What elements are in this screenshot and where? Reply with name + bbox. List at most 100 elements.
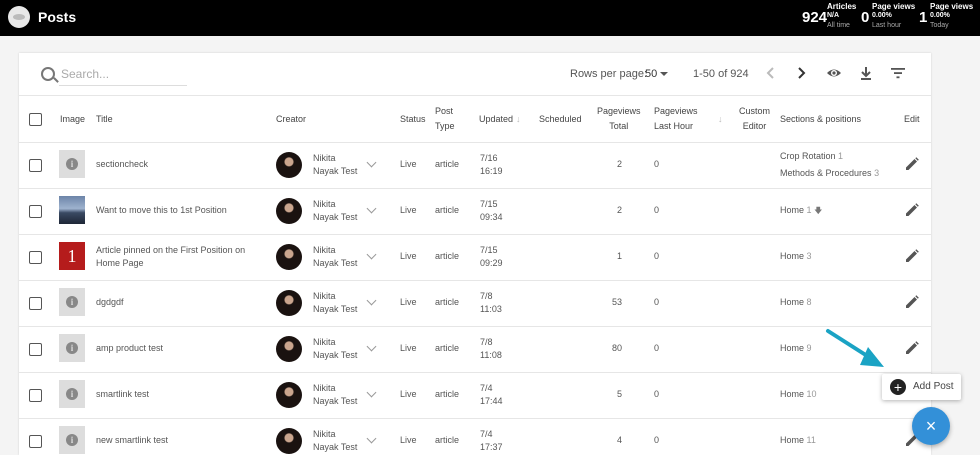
avatar bbox=[276, 290, 302, 316]
section-position: 11 bbox=[806, 435, 816, 445]
chevron-down-icon[interactable] bbox=[366, 295, 377, 306]
post-title[interactable]: smartlink test bbox=[96, 388, 149, 401]
col-creator[interactable]: Creator bbox=[276, 112, 306, 127]
section-name[interactable]: Home bbox=[780, 343, 804, 353]
pin-icon[interactable]: 🡇 bbox=[814, 206, 822, 215]
post-title[interactable]: sectioncheck bbox=[96, 158, 148, 171]
caret-down-icon[interactable] bbox=[660, 72, 668, 76]
stat-pv-hour-value: 0 bbox=[861, 9, 870, 26]
col-pageviews-hour[interactable]: Pageviews Last Hour bbox=[654, 104, 698, 134]
rows-per-page-select[interactable]: 50 bbox=[645, 68, 657, 80]
post-thumbnail[interactable]: i bbox=[59, 288, 85, 316]
info-icon: i bbox=[66, 388, 78, 400]
creator-name: Nikita Nayak Test bbox=[313, 383, 358, 406]
pageviews-total: 5 bbox=[616, 389, 622, 399]
chevron-down-icon[interactable] bbox=[366, 203, 377, 214]
pencil-icon[interactable] bbox=[905, 295, 919, 309]
col-custom-editor[interactable]: Custom Editor bbox=[739, 104, 770, 134]
chevron-right-icon[interactable] bbox=[793, 65, 809, 81]
updated-value: 7/8 11:03 bbox=[480, 290, 502, 316]
col-scheduled[interactable]: Scheduled bbox=[539, 112, 582, 127]
pageviews-hour: 0 bbox=[654, 297, 660, 307]
table-row[interactable]: 1 Article pinned on the First Position o… bbox=[19, 234, 931, 281]
row-checkbox[interactable] bbox=[29, 389, 42, 402]
select-all-checkbox[interactable] bbox=[29, 113, 42, 126]
post-type-value: article bbox=[435, 343, 460, 353]
download-icon[interactable] bbox=[858, 65, 874, 81]
search-icon[interactable] bbox=[41, 67, 55, 81]
col-status[interactable]: Status bbox=[400, 112, 426, 127]
pencil-icon[interactable] bbox=[905, 203, 919, 217]
chevron-down-icon[interactable] bbox=[366, 341, 377, 352]
table-row[interactable]: i sectioncheck Nikita Nayak Test Live ar… bbox=[19, 142, 931, 189]
section-name[interactable]: Home bbox=[780, 389, 804, 399]
chevron-down-icon[interactable] bbox=[366, 157, 377, 168]
row-checkbox[interactable] bbox=[29, 205, 42, 218]
updated-time: 09:34 bbox=[480, 212, 503, 222]
col-pageviews-total[interactable]: Pageviews Total bbox=[597, 104, 641, 134]
app-logo[interactable] bbox=[8, 6, 30, 28]
col-title[interactable]: Title bbox=[96, 112, 113, 127]
table-row[interactable]: i new smartlink test Nikita Nayak Test L… bbox=[19, 418, 931, 455]
chevron-left-icon[interactable] bbox=[763, 65, 779, 81]
section-name[interactable]: Home bbox=[780, 435, 804, 445]
post-thumbnail[interactable]: i bbox=[59, 150, 85, 178]
post-thumbnail[interactable]: i bbox=[59, 380, 85, 408]
sections-positions: Home 9 bbox=[780, 342, 812, 355]
post-title[interactable]: Article pinned on the First Position on … bbox=[96, 244, 246, 270]
section-name[interactable]: Home bbox=[780, 205, 804, 215]
pencil-icon[interactable] bbox=[905, 341, 919, 355]
post-title[interactable]: amp product test bbox=[96, 342, 163, 355]
eye-icon[interactable] bbox=[826, 65, 842, 81]
updated-value: 7/16 16:19 bbox=[480, 152, 503, 178]
table-toolbar: Rows per page: 50 1-50 of 924 bbox=[19, 53, 931, 96]
post-thumbnail[interactable]: 1 bbox=[59, 242, 85, 270]
row-checkbox[interactable] bbox=[29, 435, 42, 448]
info-icon: i bbox=[66, 296, 78, 308]
row-checkbox[interactable] bbox=[29, 159, 42, 172]
col-pv-total-line2: Total bbox=[609, 121, 629, 131]
col-image: Image bbox=[60, 114, 86, 124]
col-custom-line2: Editor bbox=[742, 121, 767, 131]
chevron-down-icon[interactable] bbox=[366, 387, 377, 398]
col-pv-total-line1: Pageviews bbox=[597, 106, 641, 116]
fab-close-button[interactable]: × bbox=[912, 407, 950, 445]
status-value: Live bbox=[400, 297, 417, 307]
chevron-down-icon[interactable] bbox=[366, 433, 377, 444]
col-post-type[interactable]: Post Type bbox=[435, 104, 455, 134]
chevron-down-icon[interactable] bbox=[366, 249, 377, 260]
status-value: Live bbox=[400, 343, 417, 353]
col-sections: Sections & positions bbox=[780, 114, 862, 124]
row-checkbox[interactable] bbox=[29, 297, 42, 310]
post-type-value: article bbox=[435, 435, 460, 445]
section-name[interactable]: Methods & Procedures bbox=[780, 168, 872, 178]
add-post-button[interactable]: + Add Post bbox=[882, 374, 961, 400]
pencil-icon[interactable] bbox=[905, 249, 919, 263]
post-thumbnail[interactable]: i bbox=[59, 426, 85, 454]
row-checkbox[interactable] bbox=[29, 251, 42, 264]
section-name[interactable]: Home bbox=[780, 251, 804, 261]
section-position: 10 bbox=[806, 389, 817, 399]
post-thumbnail[interactable]: i bbox=[59, 334, 85, 362]
post-thumbnail[interactable] bbox=[59, 196, 85, 224]
table-row[interactable]: i smartlink test Nikita Nayak Test Live … bbox=[19, 372, 931, 419]
table-row[interactable]: i amp product test Nikita Nayak Test Liv… bbox=[19, 326, 931, 373]
creator-name: Nikita Nayak Test bbox=[313, 291, 358, 314]
rows-per-page-label: Rows per page: bbox=[570, 68, 648, 80]
post-title[interactable]: Want to move this to 1st Position bbox=[96, 204, 227, 217]
post-title[interactable]: dgdgdf bbox=[96, 296, 124, 309]
col-updated[interactable]: Updated ↓ bbox=[479, 112, 521, 127]
section-name[interactable]: Crop Rotation bbox=[780, 151, 836, 161]
pencil-icon[interactable] bbox=[905, 157, 919, 171]
table-row[interactable]: Want to move this to 1st Position Nikita… bbox=[19, 188, 931, 235]
post-title[interactable]: new smartlink test bbox=[96, 434, 168, 447]
row-checkbox[interactable] bbox=[29, 343, 42, 356]
sort-arrow-icon[interactable]: ↓ bbox=[715, 112, 723, 127]
filter-icon[interactable] bbox=[890, 65, 906, 81]
updated-date: 7/15 bbox=[480, 245, 498, 255]
table-row[interactable]: i dgdgdf Nikita Nayak Test Live article … bbox=[19, 280, 931, 327]
stat-articles-sub-label: All time bbox=[827, 22, 850, 29]
section-name[interactable]: Home bbox=[780, 297, 804, 307]
sections-positions: Home 10 bbox=[780, 388, 817, 401]
search-input[interactable] bbox=[59, 63, 187, 86]
